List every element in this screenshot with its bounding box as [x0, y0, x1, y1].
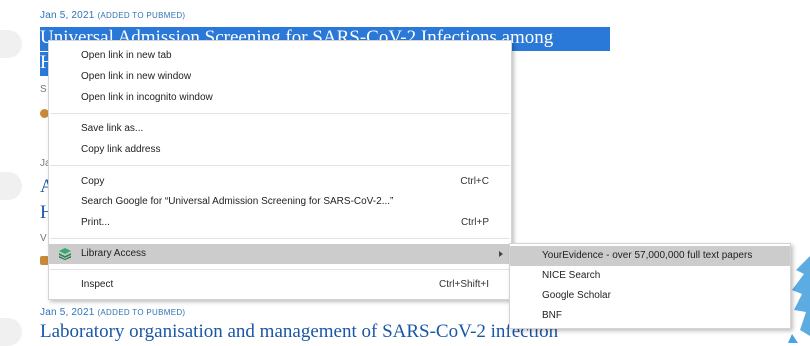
menu-item-shortcut: Ctrl+P	[460, 217, 489, 228]
article-authors: V	[40, 233, 47, 244]
menu-item-label: Library Access	[81, 248, 147, 259]
context-menu: Open link in new tab Open link in new wi…	[48, 40, 512, 300]
menu-item-shortcut: Ctrl+Shift+I	[438, 279, 489, 290]
menu-item-label: Save link as...	[81, 123, 144, 134]
added-to-pubmed-label: (Added to PubMed)	[97, 11, 186, 20]
submenu-item-label: NICE Search	[542, 270, 601, 281]
menu-item-open-incognito[interactable]: Open link in incognito window	[49, 88, 511, 108]
submenu-item-google-scholar[interactable]: Google Scholar	[510, 286, 790, 306]
menu-item-search-google[interactable]: Search Google for “Universal Admission S…	[49, 192, 511, 212]
menu-separator	[50, 113, 510, 114]
menu-item-open-new-tab[interactable]: Open link in new tab	[49, 46, 511, 66]
menu-item-library-access[interactable]: Library Access	[49, 244, 511, 264]
menu-item-copy-link-address[interactable]: Copy link address	[49, 140, 511, 160]
menu-item-open-new-window[interactable]: Open link in new window	[49, 67, 511, 87]
menu-separator	[50, 165, 510, 166]
menu-item-inspect[interactable]: Inspect Ctrl+Shift+I	[49, 275, 511, 295]
added-to-pubmed-label: (Added to PubMed)	[97, 308, 186, 317]
menu-item-shortcut: Ctrl+C	[460, 176, 489, 187]
submenu-item-nice-search[interactable]: NICE Search	[510, 266, 790, 286]
page-edge-decoration	[0, 30, 22, 58]
menu-item-label: Inspect	[81, 279, 114, 290]
library-access-submenu: YourEvidence - over 57,000,000 full text…	[509, 243, 791, 329]
menu-item-save-link-as[interactable]: Save link as...	[49, 119, 511, 139]
menu-separator	[50, 269, 510, 270]
article-date-text: Jan 5, 2021	[40, 10, 95, 21]
article-date-text: Jan 5, 2021	[40, 307, 95, 318]
menu-separator	[50, 238, 510, 239]
menu-item-copy[interactable]: Copy Ctrl+C	[49, 172, 511, 192]
article-date: Jan 5, 2021 (Added to PubMed)	[40, 10, 185, 21]
menu-item-label: Open link in incognito window	[81, 92, 213, 103]
menu-item-label: Search Google for “Universal Admission S…	[81, 196, 394, 207]
article-authors: S	[40, 84, 47, 95]
menu-item-label: Print...	[81, 217, 110, 228]
article-date: Jan 5, 2021 (Added to PubMed)	[40, 307, 185, 318]
menu-item-label: Open link in new tab	[81, 50, 172, 61]
submenu-item-bnf[interactable]: BNF	[510, 306, 790, 326]
menu-item-label: Copy	[81, 176, 105, 187]
menu-item-print[interactable]: Print... Ctrl+P	[49, 213, 511, 233]
menu-item-label: Copy link address	[81, 144, 161, 155]
library-access-icon	[59, 248, 71, 260]
page-edge-decoration	[0, 318, 22, 346]
page-edge-decoration	[0, 172, 22, 200]
submenu-item-yourevidence[interactable]: YourEvidence - over 57,000,000 full text…	[510, 246, 790, 266]
submenu-item-label: YourEvidence - over 57,000,000 full text…	[542, 250, 753, 261]
submenu-arrow-icon	[499, 251, 503, 257]
pubmed-results-page: Jan 5, 2021 (Added to PubMed) Universal …	[0, 0, 810, 346]
submenu-item-label: BNF	[542, 310, 562, 321]
submenu-item-label: Google Scholar	[542, 290, 611, 301]
menu-item-label: Open link in new window	[81, 71, 192, 82]
article-title-link[interactable]: Laboratory organisation and management o…	[40, 321, 558, 343]
